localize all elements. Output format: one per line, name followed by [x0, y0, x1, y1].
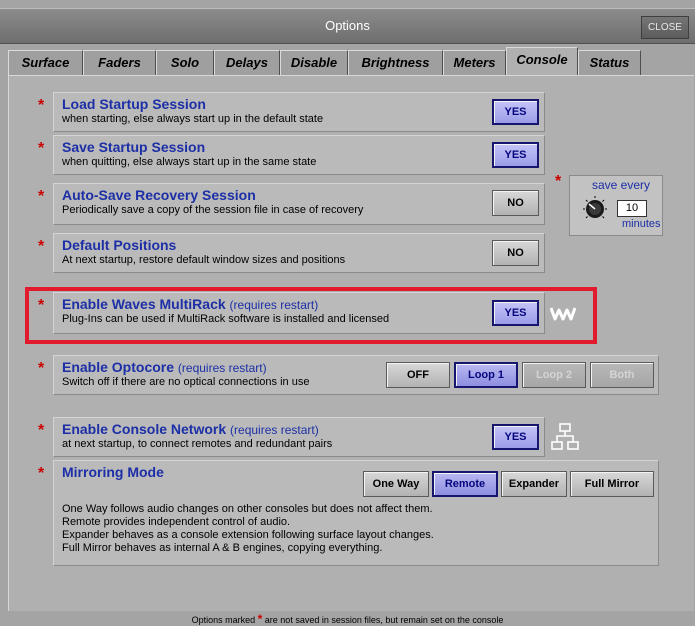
- save-startup-button[interactable]: YES: [492, 142, 539, 168]
- not-saved-asterisk: *: [38, 140, 45, 157]
- footer-text-after: are not saved in session files, but rema…: [264, 615, 504, 625]
- autosave-desc: Periodically save a copy of the session …: [62, 204, 364, 216]
- mirroring-description: One Way follows audio changes on other c…: [62, 503, 434, 555]
- footer-asterisk: *: [257, 612, 263, 626]
- mirroring-expander-button[interactable]: Expander: [501, 471, 567, 497]
- autosave-button[interactable]: NO: [492, 190, 539, 216]
- load-startup-desc: when starting, else always start up in t…: [62, 113, 324, 125]
- autosave-interval-box: save every 10 minutes: [569, 175, 663, 236]
- console-network-desc: at next startup, to connect remotes and …: [62, 438, 333, 450]
- optocore-title-text: Enable Optocore: [62, 359, 175, 375]
- tab-faders[interactable]: Faders: [83, 50, 156, 75]
- default-positions-desc: At next startup, restore default window …: [62, 254, 346, 266]
- tab-surface[interactable]: Surface: [8, 50, 83, 75]
- tab-console[interactable]: Console: [506, 47, 578, 76]
- optocore-loop2-button[interactable]: Loop 2: [522, 362, 586, 388]
- tab-bar: Surface Faders Solo Delays Disable Brigh…: [8, 47, 688, 76]
- mirroring-desc-line: Expander behaves as a console extension …: [62, 529, 434, 541]
- title-bar: Options CLOSE: [0, 8, 695, 44]
- not-saved-asterisk: *: [38, 188, 45, 205]
- mirroring-title: Mirroring Mode: [62, 464, 164, 480]
- not-saved-asterisk: *: [555, 173, 562, 190]
- network-icon: [551, 423, 579, 450]
- multirack-highlight-box: [25, 287, 597, 344]
- tab-delays[interactable]: Delays: [214, 50, 280, 75]
- mirroring-row: Mirroring Mode One Way Remote Expander F…: [53, 460, 659, 566]
- save-startup-row: Save Startup Session when quitting, else…: [53, 135, 545, 175]
- not-saved-asterisk: *: [38, 360, 45, 377]
- optocore-desc: Switch off if there are no optical conne…: [62, 376, 310, 388]
- tab-meters[interactable]: Meters: [443, 50, 506, 75]
- not-saved-asterisk: *: [38, 422, 45, 439]
- optocore-both-button[interactable]: Both: [590, 362, 654, 388]
- load-startup-button[interactable]: YES: [492, 99, 539, 125]
- console-network-button[interactable]: YES: [492, 424, 539, 450]
- minutes-label: minutes: [622, 218, 661, 230]
- default-positions-button[interactable]: NO: [492, 240, 539, 266]
- mirroring-desc-line: Full Mirror behaves as internal A & B en…: [62, 542, 383, 554]
- tab-disable[interactable]: Disable: [280, 50, 348, 75]
- window-title: Options: [325, 18, 370, 33]
- options-window: Options CLOSE Surface Faders Solo Delays…: [0, 0, 695, 626]
- load-startup-title: Load Startup Session: [62, 96, 206, 112]
- optocore-title: Enable Optocore (requires restart): [62, 359, 267, 375]
- footer-text-before: Options marked: [191, 615, 256, 625]
- optocore-off-button[interactable]: OFF: [386, 362, 450, 388]
- mirroring-desc-line: Remote provides independent control of a…: [62, 516, 291, 528]
- mirroring-fullmirror-button[interactable]: Full Mirror: [570, 471, 654, 497]
- save-startup-desc: when quitting, else always start up in t…: [62, 156, 317, 168]
- load-startup-row: Load Startup Session when starting, else…: [53, 92, 545, 132]
- save-startup-title: Save Startup Session: [62, 139, 206, 155]
- knob-icon[interactable]: [580, 194, 610, 224]
- console-network-title-text: Enable Console Network: [62, 421, 227, 437]
- optocore-loop1-button[interactable]: Loop 1: [454, 362, 518, 388]
- close-button[interactable]: CLOSE: [641, 16, 689, 39]
- mirroring-remote-button[interactable]: Remote: [432, 471, 498, 497]
- tab-status[interactable]: Status: [578, 50, 641, 75]
- footer-note: Options marked * are not saved in sessio…: [0, 612, 695, 626]
- not-saved-asterisk: *: [38, 465, 45, 482]
- autosave-row: Auto-Save Recovery Session Periodically …: [53, 183, 545, 225]
- not-saved-asterisk: *: [38, 238, 45, 255]
- not-saved-asterisk: *: [38, 97, 45, 114]
- console-network-requires-restart: (requires restart): [230, 423, 319, 437]
- tab-solo[interactable]: Solo: [156, 50, 214, 75]
- mirroring-desc-line: One Way follows audio changes on other c…: [62, 503, 433, 515]
- console-network-row: Enable Console Network (requires restart…: [53, 417, 545, 457]
- optocore-row: Enable Optocore (requires restart) Switc…: [53, 355, 659, 395]
- autosave-title: Auto-Save Recovery Session: [62, 187, 256, 203]
- tab-brightness[interactable]: Brightness: [348, 50, 443, 75]
- autosave-minutes-field[interactable]: 10: [617, 200, 647, 217]
- mirroring-oneway-button[interactable]: One Way: [363, 471, 429, 497]
- save-every-label: save every: [592, 178, 651, 192]
- default-positions-title: Default Positions: [62, 237, 177, 253]
- console-network-title: Enable Console Network (requires restart…: [62, 421, 319, 437]
- default-positions-row: Default Positions At next startup, resto…: [53, 233, 545, 273]
- optocore-requires-restart: (requires restart): [177, 361, 267, 375]
